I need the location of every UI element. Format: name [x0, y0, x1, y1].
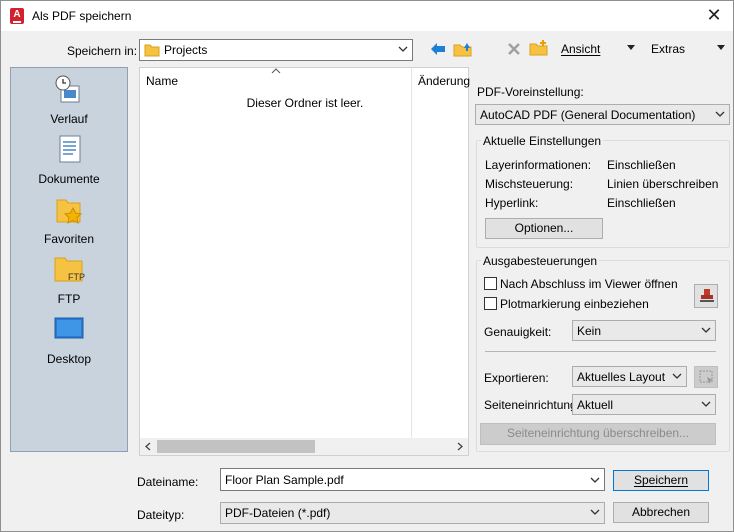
window-title: Als PDF speichern — [32, 9, 132, 23]
save-in-value: Projects — [164, 43, 208, 57]
scrollbar-thumb[interactable] — [157, 440, 315, 453]
open-viewer-label[interactable]: Nach Abschluss im Viewer öffnen — [500, 277, 678, 291]
export-combo[interactable]: Aktuelles Layout — [572, 366, 687, 387]
ftp-folder-icon: FTP — [54, 257, 85, 282]
close-icon[interactable]: ✕ — [703, 5, 725, 27]
sort-ascending-icon — [271, 68, 281, 74]
place-label: FTP — [57, 292, 81, 306]
favorites-icon — [56, 199, 83, 224]
options-button[interactable]: Optionen... — [485, 218, 603, 239]
pdf-preset-label: PDF-Voreinstellung: — [477, 85, 584, 99]
history-icon — [55, 75, 80, 103]
current-settings-title: Aktuelle Einstellungen — [481, 134, 604, 148]
place-label: Dokumente — [38, 172, 100, 186]
output-controls-title: Ausgabesteuerungen — [481, 254, 600, 268]
pdf-preset-value: AutoCAD PDF (General Documentation) — [480, 108, 696, 122]
save-in-combo[interactable]: Projects — [139, 39, 413, 61]
place-label: Verlauf — [50, 112, 88, 126]
chevron-down-icon — [590, 477, 600, 483]
export-label: Exportieren: — [484, 371, 549, 385]
override-page-setup-button[interactable]: Seiteneinrichtung überschreiben... — [480, 423, 716, 445]
filetype-value: PDF-Dateien (*.pdf) — [225, 506, 331, 520]
column-separator — [411, 68, 412, 440]
chevron-down-icon — [672, 373, 682, 379]
precision-combo[interactable]: Kein — [572, 320, 716, 341]
chevron-down-icon — [701, 401, 711, 407]
precision-label: Genauigkeit: — [484, 325, 552, 339]
title-bar: A Als PDF speichern ✕ — [1, 1, 733, 31]
filename-label: Dateiname: — [137, 475, 199, 489]
pdf-preset-combo[interactable]: AutoCAD PDF (General Documentation) — [475, 104, 730, 125]
column-header-name[interactable]: Name — [146, 74, 178, 88]
plot-stamp-checkbox[interactable] — [484, 297, 497, 310]
horizontal-scrollbar[interactable] — [140, 438, 468, 455]
file-list[interactable]: Name Änderungsdatum Dieser Ordner ist le… — [139, 67, 470, 456]
delete-icon[interactable] — [506, 41, 522, 57]
column-header-date[interactable]: Änderungsdatum — [418, 74, 470, 88]
save-as-pdf-dialog: A Als PDF speichern ✕ Speichern in: Proj… — [0, 0, 734, 532]
chevron-down-icon — [398, 46, 408, 52]
select-layouts-button[interactable] — [694, 366, 718, 388]
page-setup-label: Seiteneinrichtung: — [484, 398, 581, 412]
save-button[interactable]: Speichern — [613, 470, 709, 491]
folder-icon — [144, 44, 160, 57]
filename-combo[interactable]: Floor Plan Sample.pdf — [220, 468, 605, 491]
new-folder-icon[interactable] — [529, 39, 549, 57]
layout-select-icon — [699, 370, 713, 384]
setting-value: Einschließen — [607, 158, 676, 172]
plot-stamp-settings-button[interactable] — [694, 284, 718, 308]
chevron-down-icon — [701, 327, 711, 333]
place-label: Desktop — [46, 352, 92, 366]
extras-menu[interactable]: Extras — [651, 42, 685, 56]
scroll-left-icon[interactable] — [144, 442, 152, 451]
cancel-button[interactable]: Abbrechen — [613, 502, 709, 523]
autocad-app-icon: A — [10, 8, 24, 24]
places-bar: Verlauf Dokumente Favoriten FTP FTP Desk… — [10, 67, 128, 452]
extras-dropdown-icon[interactable] — [716, 44, 726, 52]
plot-stamp-label[interactable]: Plotmarkierung einbeziehen — [500, 297, 649, 311]
setting-value: Einschließen — [607, 196, 676, 210]
view-menu[interactable]: Ansicht — [561, 42, 600, 56]
setting-key: Mischsteuerung: — [485, 177, 574, 191]
filename-input[interactable]: Floor Plan Sample.pdf — [225, 473, 344, 487]
documents-icon — [59, 135, 81, 163]
back-arrow-icon[interactable] — [429, 41, 447, 57]
open-viewer-checkbox[interactable] — [484, 277, 497, 290]
divider — [485, 351, 716, 352]
place-label: Favoriten — [43, 232, 95, 246]
stamp-icon — [700, 289, 714, 302]
svg-text:FTP: FTP — [68, 272, 85, 282]
setting-key: Layerinformationen: — [485, 158, 592, 172]
export-value: Aktuelles Layout — [577, 370, 666, 384]
empty-folder-message: Dieser Ordner ist leer. — [246, 96, 364, 110]
view-dropdown-icon[interactable] — [626, 44, 636, 52]
save-in-label: Speichern in: — [67, 44, 138, 58]
precision-value: Kein — [577, 324, 602, 338]
setting-key: Hyperlink: — [485, 196, 539, 210]
desktop-icon — [54, 317, 84, 339]
chevron-down-icon — [715, 111, 725, 117]
page-setup-value: Aktuell — [577, 398, 614, 412]
setting-value: Linien überschreiben — [607, 177, 719, 191]
chevron-down-icon — [590, 509, 600, 515]
up-folder-icon[interactable] — [453, 39, 473, 57]
page-setup-combo[interactable]: Aktuell — [572, 394, 716, 415]
scroll-right-icon[interactable] — [456, 442, 464, 451]
filetype-label: Dateityp: — [137, 508, 185, 522]
filetype-combo[interactable]: PDF-Dateien (*.pdf) — [220, 502, 605, 524]
